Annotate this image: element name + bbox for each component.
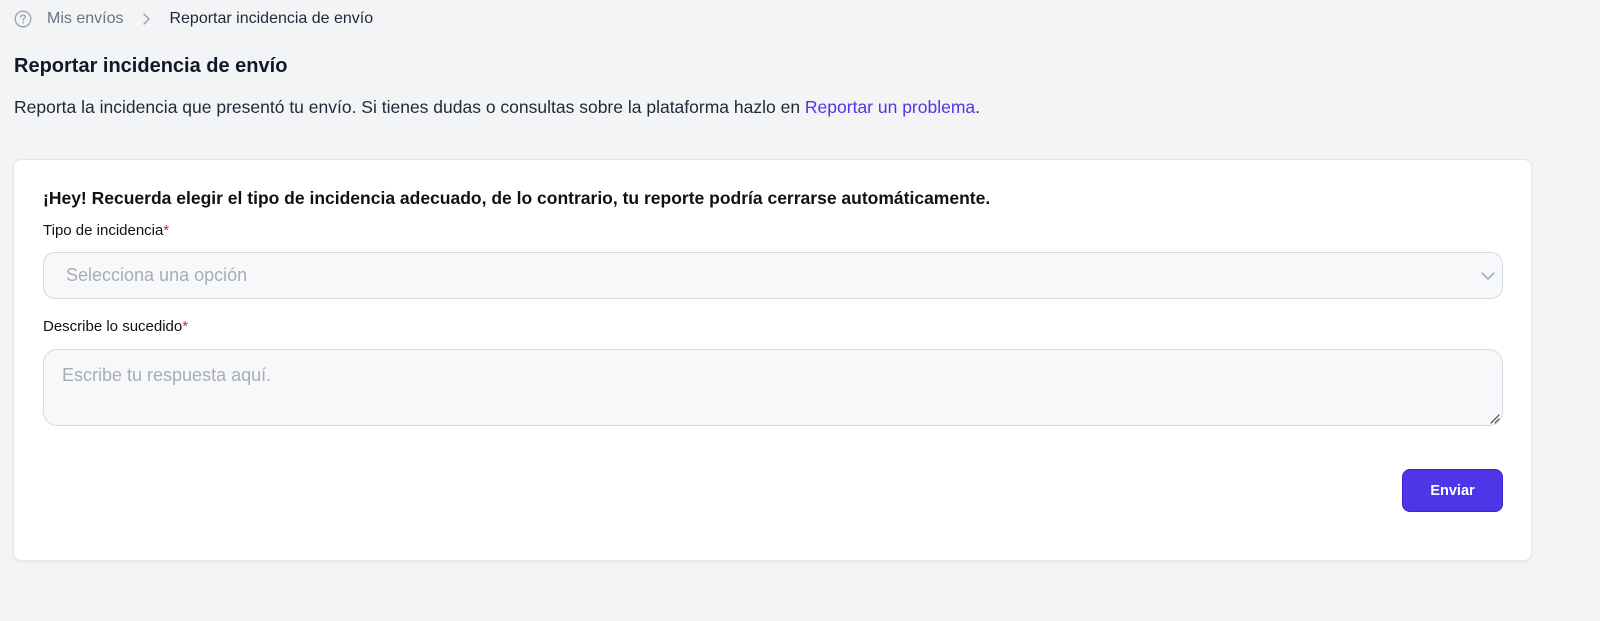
- breadcrumb-link-mis-envios[interactable]: Mis envíos: [47, 10, 123, 28]
- incident-type-placeholder: Selecciona una opción: [66, 265, 248, 285]
- description-label-text: Describe lo sucedido: [43, 318, 183, 335]
- required-asterisk: *: [163, 222, 170, 239]
- breadcrumb-current: Reportar incidencia de envío: [169, 10, 374, 27]
- help-circle-icon[interactable]: [14, 10, 32, 28]
- description-label: Describe lo sucedido*: [43, 318, 188, 335]
- description-placeholder: Escribe tu respuesta aquí.: [62, 365, 272, 385]
- page-description: Reporta la incidencia que presentó tu en…: [14, 95, 980, 119]
- page-title: Reportar incidencia de envío: [14, 55, 288, 77]
- chevron-down-icon: [1480, 268, 1496, 284]
- chevron-right-icon: [141, 12, 151, 26]
- incident-form-card: ¡Hey! Recuerda elegir el tipo de inciden…: [13, 159, 1532, 561]
- resize-handle-icon[interactable]: [1488, 411, 1500, 424]
- page-description-text: Reporta la incidencia que presentó tu en…: [14, 97, 805, 117]
- incident-type-label: Tipo de incidencia*: [43, 222, 169, 239]
- description-textarea[interactable]: Escribe tu respuesta aquí.: [43, 349, 1503, 426]
- incident-type-label-text: Tipo de incidencia: [43, 222, 164, 239]
- required-asterisk: *: [182, 318, 189, 335]
- page-description-end: .: [975, 97, 981, 117]
- incident-type-select[interactable]: Selecciona una opción: [43, 252, 1503, 299]
- report-problem-link[interactable]: Reportar un problema: [805, 97, 975, 117]
- form-notice: ¡Hey! Recuerda elegir el tipo de inciden…: [43, 188, 991, 208]
- breadcrumb: Mis envíos Reportar incidencia de envío: [14, 8, 373, 30]
- submit-button[interactable]: Enviar: [1402, 469, 1503, 512]
